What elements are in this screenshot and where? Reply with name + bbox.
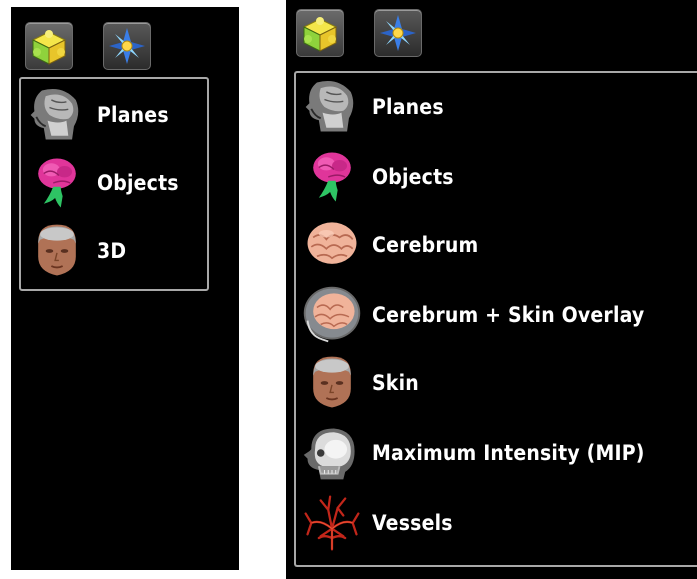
list-item-vessels[interactable]: Vessels [300,491,453,555]
puzzle-cube-button[interactable] [25,22,73,70]
cerebrum-icon [306,221,358,265]
sagittal-mri-head-icon [29,88,80,141]
list-item-objects[interactable]: Objects [300,145,454,209]
view-list: Planes Objects 3D [19,77,209,291]
compass-star-icon [379,14,417,52]
left-panel: Planes Objects 3D [11,7,239,570]
list-item-planes[interactable]: Planes [25,83,169,147]
item-label: Planes [372,95,444,119]
view-list: Planes Objects Cerebrum Cerebrum + Skin … [294,71,697,567]
skin-head-icon [312,355,352,409]
item-label: Maximum Intensity (MIP) [372,441,645,465]
list-item-skin[interactable]: Skin [300,351,419,415]
list-item-3d[interactable]: 3D [25,219,126,283]
compass-star-icon [108,27,146,65]
list-item-planes[interactable]: Planes [300,75,444,139]
pink-brain-object-icon [37,157,77,209]
item-label: Planes [97,103,169,127]
item-label: Skin [372,371,419,395]
mip-skull-icon [302,427,356,481]
sagittal-mri-head-icon [304,80,355,133]
list-item-objects[interactable]: Objects [25,151,179,215]
compass-star-button[interactable] [374,9,422,57]
item-label: Objects [97,171,179,195]
item-label: Objects [372,165,454,189]
list-item-cerebrum-skin-overlay[interactable]: Cerebrum + Skin Overlay [300,283,644,347]
item-label: Cerebrum [372,233,479,257]
puzzle-cube-icon [32,29,66,65]
item-label: Vessels [372,511,453,535]
compass-star-button[interactable] [103,22,151,70]
puzzle-cube-icon [303,16,337,52]
item-label: Cerebrum + Skin Overlay [372,303,645,327]
cerebrum-skin-overlay-icon [302,285,362,343]
pink-brain-object-icon [312,151,352,203]
item-label: 3D [97,239,127,263]
list-item-cerebrum[interactable]: Cerebrum [300,213,478,277]
right-panel: Planes Objects Cerebrum Cerebrum + Skin … [286,0,697,579]
puzzle-cube-button[interactable] [296,9,344,57]
list-item-mip[interactable]: Maximum Intensity (MIP) [300,421,645,485]
skin-head-3d-icon [37,223,77,277]
vessels-icon [304,495,360,551]
